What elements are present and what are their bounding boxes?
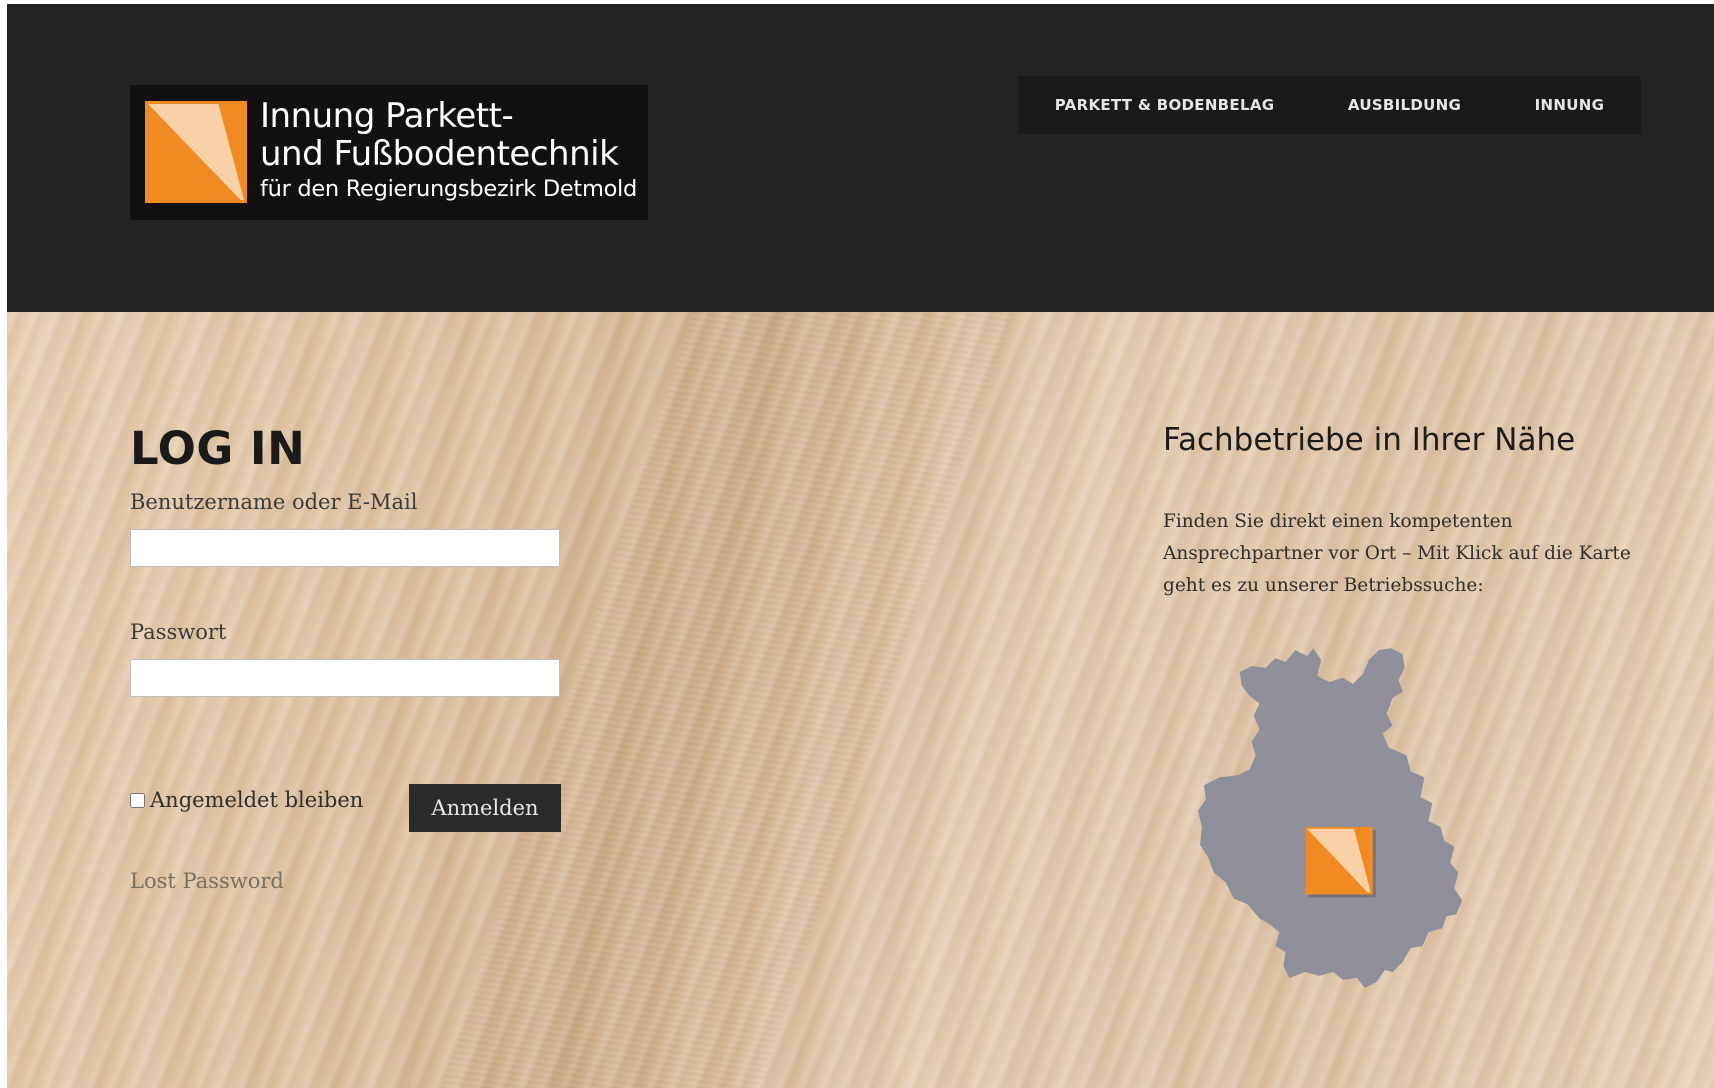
sidebar-text: Finden Sie direkt einen kompetenten Ansp… — [1163, 510, 1631, 596]
main-nav: PARKETT & BODENBELAG AUSBILDUNG INNUNG — [1018, 76, 1641, 134]
sidebar-title: Fachbetriebe in Ihrer Nähe — [1163, 422, 1576, 458]
logo-text: Innung Parkett- und Fußbodentechnik für … — [260, 97, 637, 205]
main-content: LOG IN Benutzername oder E-Mail Passwort… — [7, 312, 1714, 1088]
nav-item-ausbildung[interactable]: AUSBILDUNG — [1348, 96, 1461, 114]
page: Innung Parkett- und Fußbodentechnik für … — [7, 4, 1714, 1088]
login-button[interactable]: Anmelden — [409, 784, 561, 832]
region-map-icon[interactable] — [1194, 637, 1492, 997]
nav-item-parkett[interactable]: PARKETT & BODENBELAG — [1055, 96, 1275, 114]
login-title: LOG IN — [130, 422, 306, 475]
wood-grain-texture — [440, 312, 1014, 1088]
logo-line-3: für den Regierungsbezirk Detmold — [260, 176, 637, 202]
password-input[interactable] — [130, 659, 560, 697]
logo-line-1: Innung Parkett- — [260, 96, 514, 136]
lost-password-link[interactable]: Lost Password — [130, 869, 284, 893]
nav-item-innung[interactable]: INNUNG — [1535, 96, 1605, 114]
remember-me: Angemeldet bleiben — [130, 788, 363, 812]
username-label: Benutzername oder E-Mail — [130, 490, 418, 514]
remember-label[interactable]: Angemeldet bleiben — [150, 788, 363, 812]
parquet-tile-logo-icon — [145, 101, 247, 203]
password-label: Passwort — [130, 620, 227, 644]
logo-line-2: und Fußbodentechnik — [260, 134, 619, 174]
site-header: Innung Parkett- und Fußbodentechnik für … — [7, 4, 1714, 312]
username-input[interactable] — [130, 529, 560, 567]
remember-checkbox[interactable] — [130, 792, 145, 808]
site-logo[interactable]: Innung Parkett- und Fußbodentechnik für … — [130, 85, 648, 220]
